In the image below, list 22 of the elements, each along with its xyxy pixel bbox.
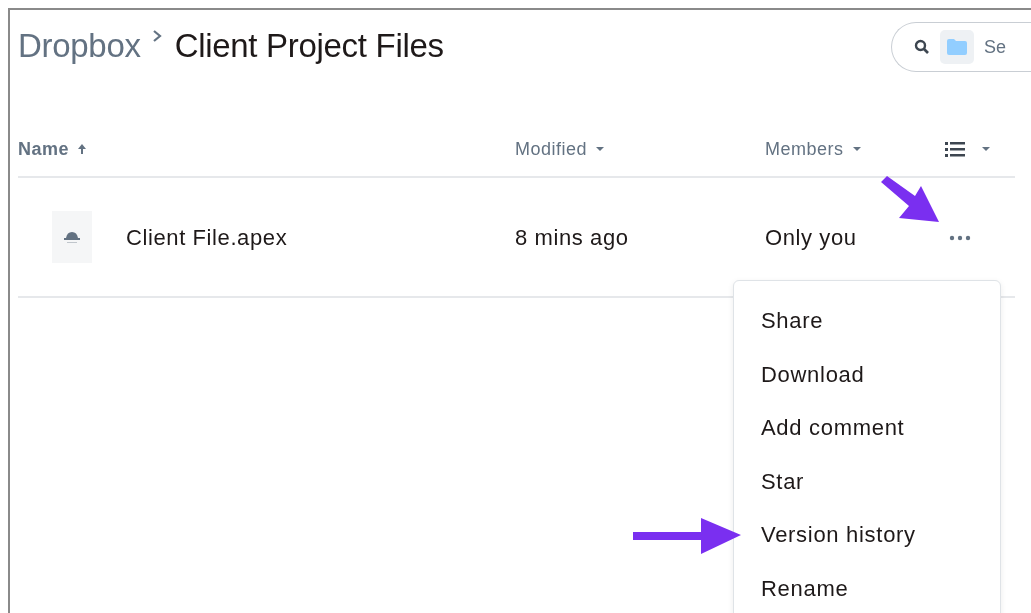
column-header[interactable]: Name (18, 135, 88, 163)
caret-icon (981, 146, 991, 152)
more-icon (949, 235, 971, 242)
file-icon (52, 211, 92, 263)
menu-item[interactable]: Share (734, 294, 1000, 348)
breadcrumb-current: Client Project Files (174, 28, 444, 64)
menu-item[interactable]: Rename (734, 561, 1000, 613)
list-icon (945, 141, 965, 157)
column-header[interactable]: Members (765, 135, 862, 163)
modified-time: 8 mins ago (515, 224, 629, 250)
search-field[interactable]: Se (984, 33, 1024, 61)
column-header[interactable]: Modified (515, 135, 606, 163)
menu-item[interactable]: Download (734, 347, 1000, 401)
menu-item[interactable]: Version history (734, 508, 1000, 562)
view-options-button[interactable] (945, 141, 991, 157)
search-icon (914, 39, 930, 55)
menu-item[interactable]: Star (734, 454, 1000, 508)
breadcrumb-link[interactable]: Dropbox (18, 28, 141, 64)
members-text: Only you (765, 224, 857, 250)
file-name[interactable]: Client File.apex (126, 220, 288, 254)
menu-item[interactable]: Add comment (734, 401, 1000, 455)
folder-icon (947, 39, 967, 55)
